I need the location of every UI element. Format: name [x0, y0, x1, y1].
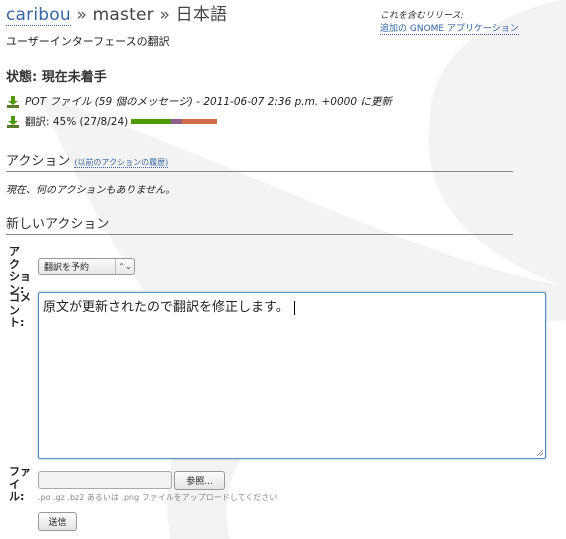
comment-text: 原文が更新されたので翻訳を修正します。 [43, 300, 289, 315]
translation-row: 翻訳: 45% (27/8/24) [6, 114, 218, 129]
action-history-link[interactable]: (以前のアクションの履歴) [74, 158, 169, 168]
file-path-field[interactable] [38, 471, 172, 489]
pot-file-info: POT ファイル (59 個のメッセージ) - 2011-06-07 2:36 … [25, 96, 392, 108]
browse-button[interactable]: 参照... [174, 471, 225, 490]
file-hint: .po .gz .bz2 あるいは .png ファイルをアップロードしてください [38, 493, 278, 502]
comment-label: コメ ン ト: [9, 291, 31, 329]
select-arrows-icon: ⌃⌄ [115, 259, 134, 274]
pot-file-row: POT ファイル (59 個のメッセージ) - 2011-06-07 2:36 … [6, 94, 392, 109]
action-label: ア ク ショ ン: [9, 245, 31, 296]
language-name: 日本語 [175, 5, 228, 25]
translation-stats: 翻訳: 45% (27/8/24) [25, 116, 129, 128]
actions-heading-text: アクション [6, 154, 71, 169]
progress-fuzzy [170, 119, 183, 124]
breadcrumb: caribou » master » 日本語 [6, 0, 228, 26]
release-label: これを含むリリース: [380, 11, 464, 21]
progress-untranslated [182, 119, 218, 124]
release-link[interactable]: 追加の GNOME アプリケーション [380, 24, 519, 35]
submit-button[interactable]: 送信 [38, 512, 77, 531]
status-title: 状態: 現在未着手 [6, 70, 107, 85]
action-select[interactable]: 翻訳を予約 ⌃⌄ [38, 258, 135, 275]
translation-progress-bar [131, 119, 218, 124]
new-action-heading: 新しいアクション [6, 213, 513, 235]
branch-name: master [92, 5, 154, 25]
page-subtitle: ユーザーインターフェースの翻訳 [6, 35, 170, 48]
action-select-value: 翻訳を予約 [44, 263, 90, 273]
comment-textarea[interactable]: 原文が更新されたので翻訳を修正します。 [38, 292, 546, 459]
breadcrumb-separator: » [159, 5, 171, 25]
module-link[interactable]: caribou [6, 5, 71, 26]
release-box: これを含むリリース: 追加の GNOME アプリケーション [380, 8, 519, 35]
file-label: ファ イ ル: [9, 465, 31, 503]
download-icon[interactable] [6, 95, 20, 109]
progress-translated [131, 119, 171, 124]
no-actions-text: 現在、何のアクションもありません。 [6, 185, 176, 196]
actions-heading: アクション (以前のアクションの履歴) [6, 150, 513, 172]
breadcrumb-separator: » [76, 5, 88, 25]
text-caret [293, 300, 295, 315]
download-icon[interactable] [6, 115, 20, 129]
resize-grip-icon[interactable] [535, 448, 544, 457]
